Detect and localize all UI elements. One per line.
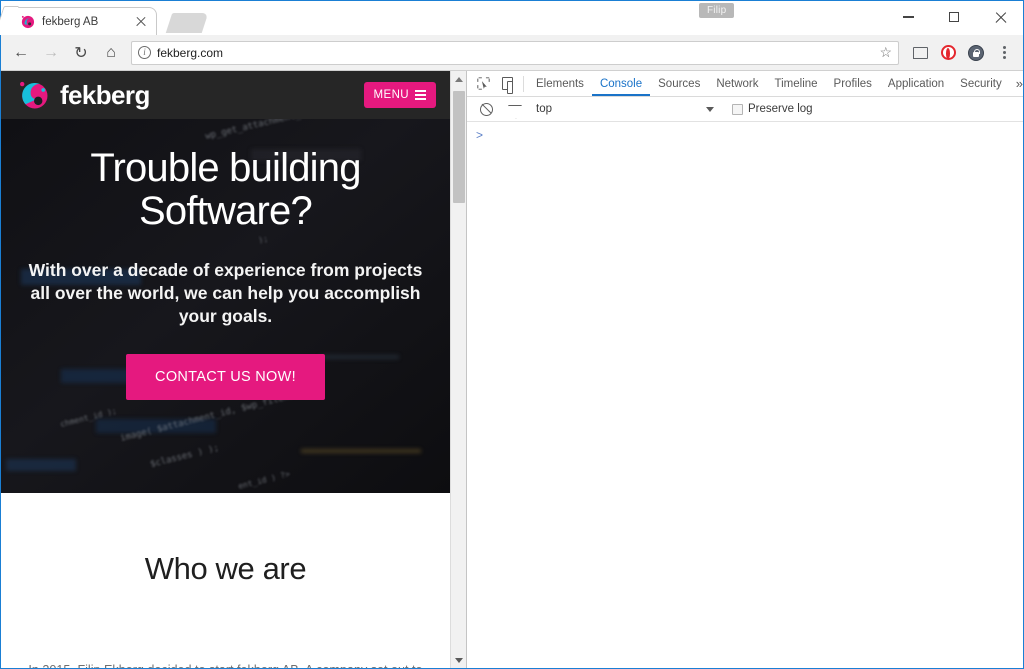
site-menu-label: MENU bbox=[373, 89, 409, 101]
devtools-tab-elements[interactable]: Elements bbox=[528, 71, 592, 96]
preserve-log-checkbox[interactable] bbox=[732, 103, 743, 115]
devtools-tab-network[interactable]: Network bbox=[708, 71, 766, 96]
lock-extension-icon[interactable] bbox=[963, 40, 989, 66]
profile-name-button[interactable]: Filip bbox=[699, 3, 735, 18]
devtools-tab-timeline[interactable]: Timeline bbox=[767, 71, 826, 96]
chrome-menu-icon[interactable] bbox=[991, 40, 1017, 66]
chevron-down-icon bbox=[706, 106, 714, 112]
cast-icon[interactable] bbox=[907, 40, 933, 66]
browser-tab[interactable]: fekberg AB bbox=[7, 7, 157, 35]
bookmark-star-icon[interactable]: ☆ bbox=[879, 44, 892, 61]
tab-title: fekberg AB bbox=[42, 15, 99, 28]
toolbar-divider bbox=[523, 75, 524, 92]
inspect-element-icon[interactable] bbox=[471, 72, 495, 96]
close-tab-icon[interactable] bbox=[134, 15, 148, 29]
fekberg-swirl-icon bbox=[17, 79, 51, 111]
browser-window: fekberg AB Filip ← → ↻ ⌂ i fekberg.com ☆ bbox=[0, 0, 1024, 669]
devtools-tab-console[interactable]: Console bbox=[592, 71, 650, 96]
close-window-button[interactable] bbox=[977, 1, 1023, 33]
site-menu-button[interactable]: MENU bbox=[363, 82, 436, 108]
reload-button[interactable]: ↻ bbox=[67, 39, 95, 67]
preserve-log-option[interactable]: Preserve log bbox=[732, 103, 813, 115]
site-logo[interactable]: fekberg bbox=[17, 79, 150, 111]
hamburger-icon bbox=[415, 90, 426, 100]
who-we-are-section: Who we are In 2015, Filip Ekberg decided… bbox=[1, 493, 450, 668]
back-button[interactable]: ← bbox=[7, 39, 35, 67]
site-header: fekberg MENU bbox=[1, 71, 450, 119]
devtools-tab-security[interactable]: Security bbox=[952, 71, 1010, 96]
tab-strip: fekberg AB Filip bbox=[1, 1, 1023, 35]
section-body-text: In 2015, Filip Ekberg decided to start f… bbox=[16, 659, 436, 668]
scrollbar-thumb[interactable] bbox=[453, 91, 465, 203]
address-bar[interactable]: i fekberg.com ☆ bbox=[131, 40, 899, 65]
execution-context-value: top bbox=[536, 103, 552, 115]
site-logo-text: fekberg bbox=[60, 79, 150, 110]
hero-subtitle: With over a decade of experience from pr… bbox=[28, 259, 423, 327]
preserve-log-label: Preserve log bbox=[748, 103, 813, 115]
more-tabs-icon[interactable]: » bbox=[1010, 76, 1024, 91]
page-pane: fekberg MENU); image($attachment_id, $… bbox=[1, 71, 467, 668]
toggle-device-toolbar-icon[interactable] bbox=[495, 72, 519, 96]
window-controls bbox=[885, 1, 1023, 33]
filter-icon[interactable] bbox=[502, 97, 526, 121]
devtools-tab-profiles[interactable]: Profiles bbox=[826, 71, 880, 96]
site-info-icon[interactable]: i bbox=[138, 46, 151, 59]
devtools-tab-application[interactable]: Application bbox=[880, 71, 952, 96]
execution-context-select[interactable]: top bbox=[536, 103, 714, 115]
hero-content: Trouble building Software? With over a d… bbox=[1, 119, 450, 401]
home-button[interactable]: ⌂ bbox=[97, 39, 125, 67]
devtools-tab-sources[interactable]: Sources bbox=[650, 71, 708, 96]
devtools-panel: Elements Console Sources Network Timelin… bbox=[467, 71, 1023, 668]
page-scrollbar[interactable] bbox=[450, 71, 466, 668]
hero-title-line-2: Software? bbox=[139, 188, 313, 233]
console-prompt-icon: > bbox=[476, 128, 484, 142]
console-output[interactable]: > bbox=[467, 122, 1023, 668]
content-split: fekberg MENU); image($attachment_id, $… bbox=[1, 71, 1023, 668]
new-tab-button[interactable] bbox=[165, 13, 209, 33]
opera-extension-icon[interactable] bbox=[935, 40, 961, 66]
section-title: Who we are bbox=[144, 551, 307, 586]
console-toolbar: top Preserve log bbox=[467, 97, 1023, 122]
minimize-button[interactable] bbox=[885, 1, 931, 33]
devtools-tab-bar: Elements Console Sources Network Timelin… bbox=[467, 71, 1023, 97]
clear-console-icon[interactable] bbox=[474, 97, 498, 121]
url-text: fekberg.com bbox=[157, 45, 224, 60]
hero-title: Trouble building Software? bbox=[15, 147, 436, 233]
maximize-button[interactable] bbox=[931, 1, 977, 33]
forward-button[interactable]: → bbox=[37, 39, 65, 67]
scroll-down-icon[interactable] bbox=[451, 652, 467, 668]
fekberg-logo-icon bbox=[20, 14, 35, 29]
hero-title-line-1: Trouble building bbox=[90, 146, 361, 190]
scroll-up-icon[interactable] bbox=[451, 71, 467, 87]
web-page: fekberg MENU); image($attachment_id, $… bbox=[1, 71, 450, 668]
browser-toolbar: ← → ↻ ⌂ i fekberg.com ☆ bbox=[1, 35, 1023, 71]
contact-us-button[interactable]: CONTACT US NOW! bbox=[126, 354, 325, 401]
hero-section: wp_get_attachment_image( $id ) ); image(… bbox=[1, 119, 450, 493]
